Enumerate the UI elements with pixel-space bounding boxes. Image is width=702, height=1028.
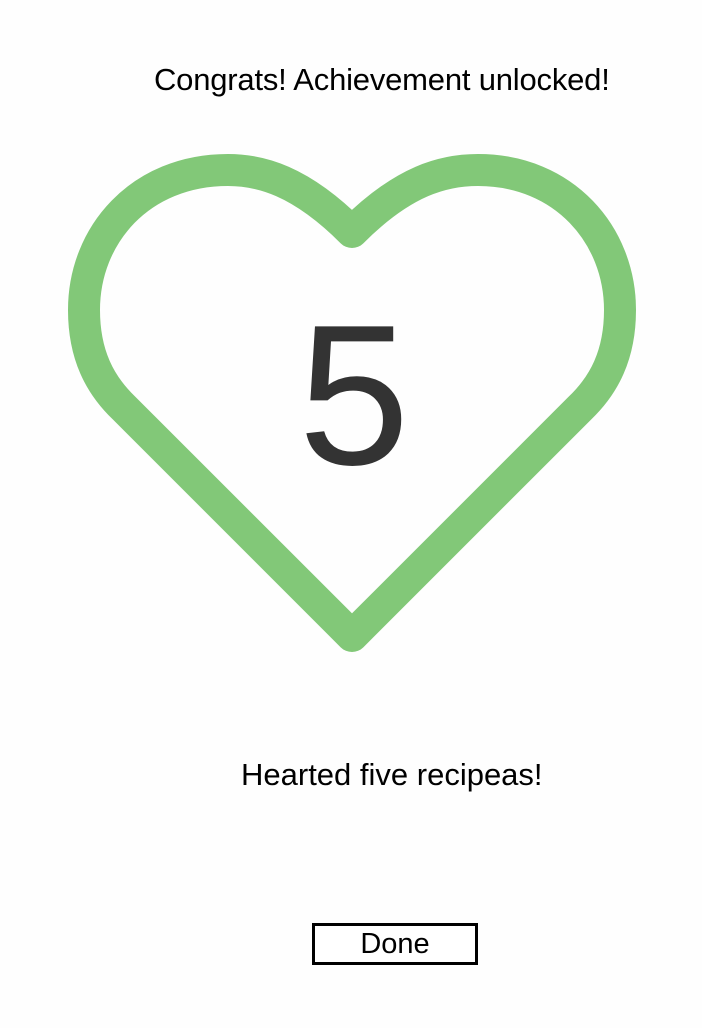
achievement-count: 5	[298, 284, 410, 507]
achievement-message: Hearted five recipeas!	[241, 757, 543, 792]
done-button[interactable]: Done	[312, 923, 478, 965]
achievement-screen: Congrats! Achievement unlocked! 5 Hearte…	[0, 0, 702, 1028]
achievement-badge: 5	[0, 0, 702, 700]
